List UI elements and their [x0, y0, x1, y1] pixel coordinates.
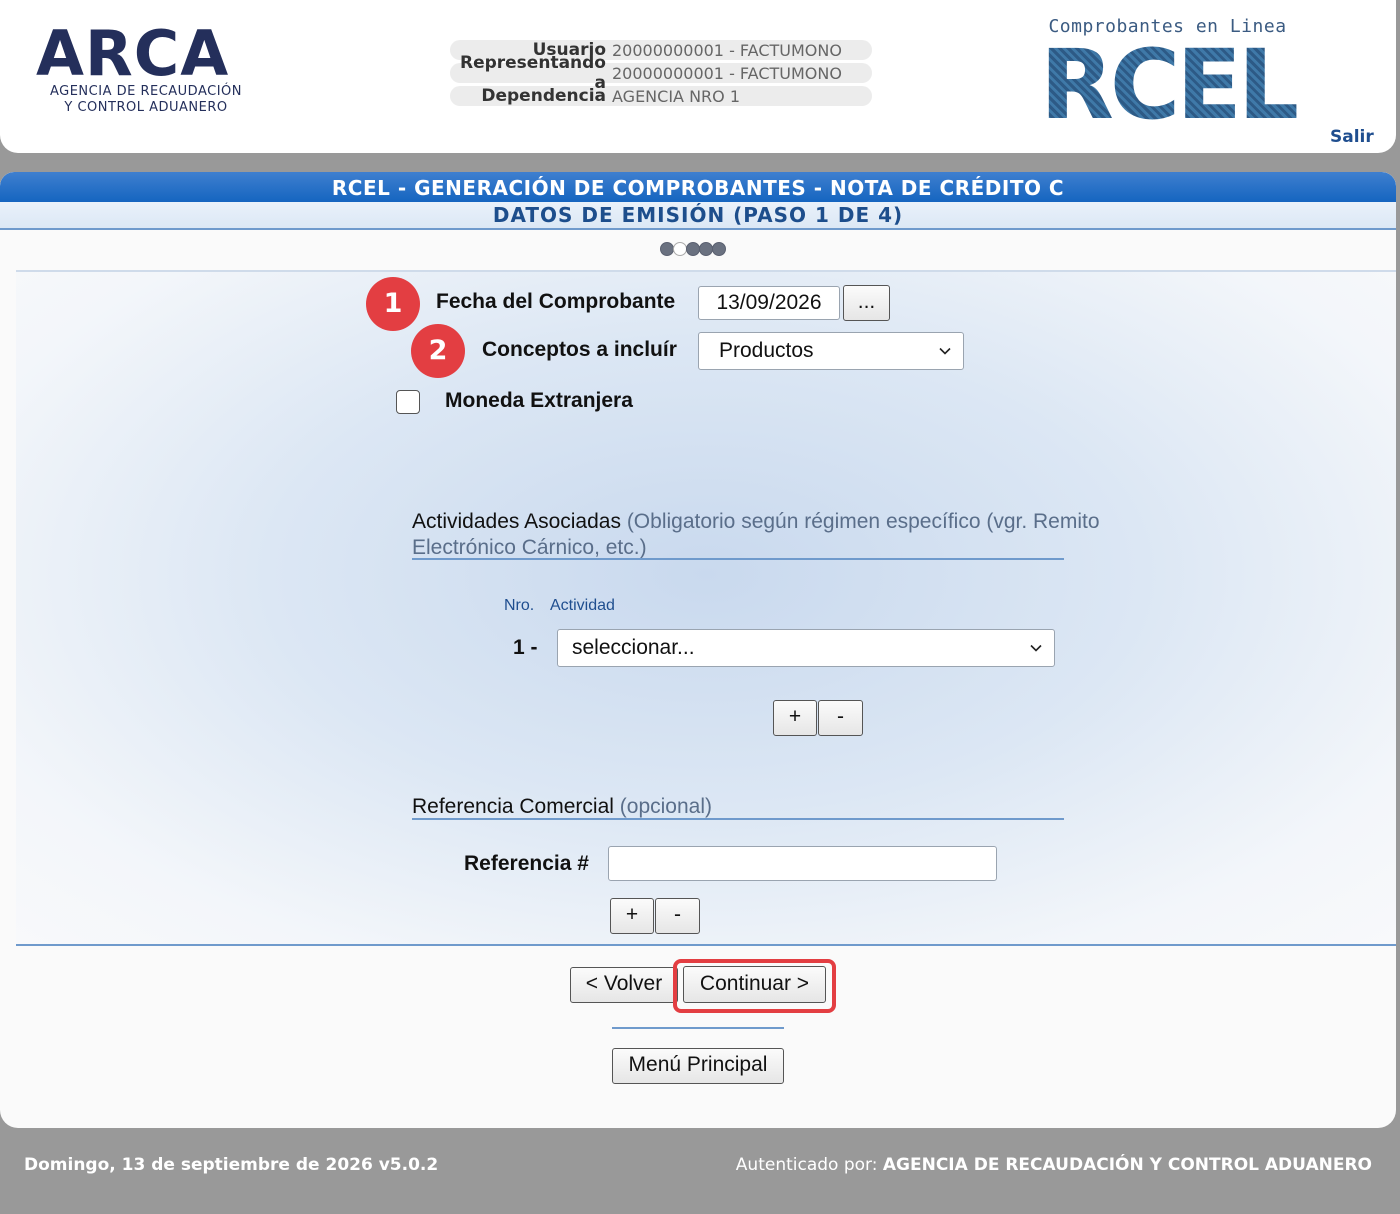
- referencia-divider: [412, 818, 1064, 820]
- footer-auth-value: AGENCIA DE RECAUDACIÓN Y CONTROL ADUANER…: [882, 1155, 1372, 1175]
- actividades-note: (Obligatorio según régimen específico (v…: [626, 510, 1100, 533]
- actividades-heading: Actividades Asociadas (Obligatorio según…: [412, 509, 1152, 561]
- usuario-value: 20000000001 - FACTUMONO: [612, 40, 842, 60]
- add-actividad-button[interactable]: +: [773, 700, 817, 736]
- referencia-label: Referencia #: [464, 852, 589, 875]
- page-subtitle: DATOS DE EMISIÓN (PASO 1 DE 4): [0, 202, 1396, 230]
- remove-referencia-button[interactable]: -: [655, 898, 700, 934]
- main-panel: RCEL - GENERACIÓN DE COMPROBANTES - NOTA…: [0, 172, 1396, 1128]
- add-referencia-button[interactable]: +: [610, 898, 654, 934]
- step-badge-2: 2: [411, 324, 465, 378]
- referencia-input[interactable]: [608, 846, 997, 881]
- arca-logo-word: ARCA: [36, 17, 230, 90]
- footer-date-version: Domingo, 13 de septiembre de 2026 v5.0.2: [24, 1155, 439, 1175]
- referencia-heading: Referencia Comercial (opcional): [412, 794, 712, 820]
- chevron-down-icon: [939, 347, 951, 355]
- nav-divider: [612, 1027, 784, 1029]
- rcel-logo-word: RCEL: [1030, 37, 1305, 133]
- footer-auth-label: Autenticado por:: [735, 1155, 878, 1175]
- step-badge-1: 1: [366, 277, 420, 331]
- continuar-button[interactable]: Continuar >: [683, 966, 826, 1003]
- page-title: RCEL - GENERACIÓN DE COMPROBANTES - NOTA…: [0, 172, 1396, 202]
- col-nro-header: Nro.: [504, 597, 535, 614]
- referencia-note: (opcional): [619, 795, 712, 818]
- moneda-extranjera-label: Moneda Extranjera: [445, 389, 633, 412]
- conceptos-label: Conceptos a incluír: [482, 338, 677, 361]
- representando-row: Representando a 20000000001 - FACTUMONO: [450, 53, 872, 93]
- actividad-row-number: 1 -: [513, 636, 538, 659]
- user-info: Usuario 20000000001 - FACTUMONO Represen…: [450, 40, 872, 109]
- conceptos-value: Productos: [719, 339, 814, 362]
- step-dot: [699, 242, 713, 256]
- arca-logo-sub-line1: AGENCIA DE RECAUDACIÓN: [49, 84, 243, 99]
- volver-button[interactable]: < Volver: [570, 967, 678, 1003]
- referencia-title: Referencia Comercial: [412, 795, 614, 818]
- form-panel: 1 Fecha del Comprobante 13/09/2026 ... 2…: [16, 270, 1396, 946]
- actividad-value: seleccionar...: [572, 636, 695, 659]
- moneda-extranjera-checkbox[interactable]: [396, 390, 420, 414]
- step-indicator: [660, 242, 726, 256]
- header: ARCA AGENCIA DE RECAUDACIÓN Y CONTROL AD…: [0, 0, 1396, 153]
- actividades-divider: [412, 558, 1064, 560]
- menu-principal-button[interactable]: Menú Principal: [612, 1048, 784, 1084]
- chevron-down-icon: [1030, 644, 1042, 652]
- date-picker-button[interactable]: ...: [843, 285, 890, 321]
- arca-logo: ARCA AGENCIA DE RECAUDACIÓN Y CONTROL AD…: [36, 17, 256, 116]
- fecha-label: Fecha del Comprobante: [436, 290, 676, 313]
- arca-logo-sub-line2: Y CONTROL ADUANERO: [64, 100, 228, 115]
- dependencia-row: Dependencia AGENCIA NRO 1: [450, 86, 872, 106]
- representando-value: 20000000001 - FACTUMONO: [612, 63, 842, 83]
- conceptos-select[interactable]: Productos: [698, 332, 964, 370]
- col-actividad-header: Actividad: [550, 597, 615, 614]
- footer-auth: Autenticado por: AGENCIA DE RECAUDACIÓN …: [736, 1155, 1372, 1175]
- rcel-logo: Comprobantes en Linea RCEL: [1030, 16, 1305, 140]
- dependencia-value: AGENCIA NRO 1: [612, 86, 741, 106]
- actividades-title: Actividades Asociadas: [412, 510, 621, 533]
- actividades-note-2: Electrónico Cárnico, etc.): [412, 536, 647, 559]
- remove-actividad-button[interactable]: -: [818, 700, 863, 736]
- step-dot: [686, 242, 700, 256]
- salir-link[interactable]: Salir: [1330, 127, 1374, 147]
- step-dot: [712, 242, 726, 256]
- step-dot-current: [673, 242, 687, 256]
- step-dot: [660, 242, 674, 256]
- fecha-input[interactable]: 13/09/2026: [698, 286, 840, 320]
- dependencia-label: Dependencia: [481, 86, 606, 106]
- actividad-select[interactable]: seleccionar...: [557, 629, 1055, 667]
